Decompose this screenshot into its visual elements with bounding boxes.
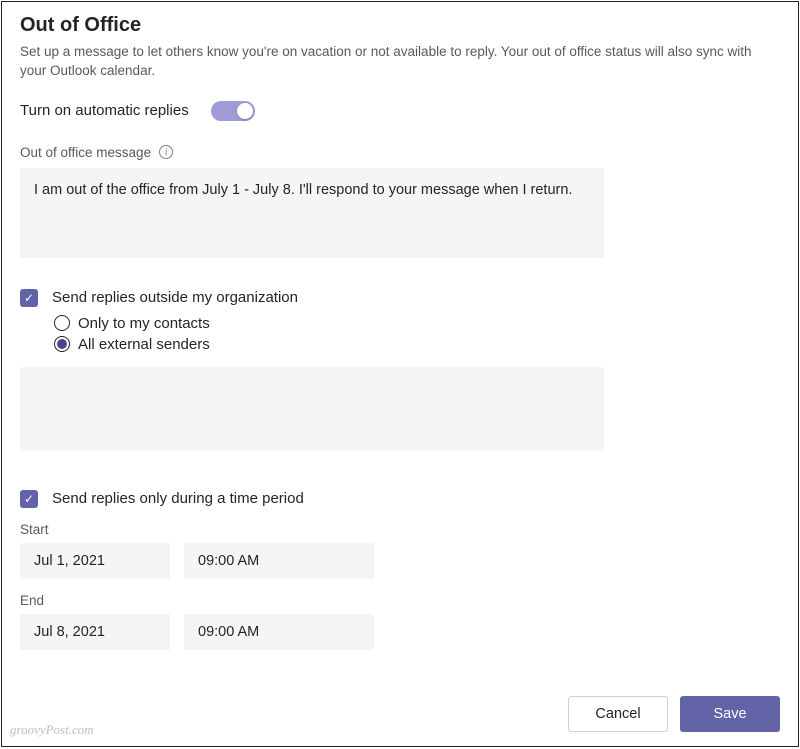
end-time-input[interactable]: 09:00 AM <box>184 614 374 650</box>
ooo-message-input[interactable] <box>20 168 604 258</box>
ooo-message-label-row: Out of office message i <box>20 145 780 160</box>
save-button[interactable]: Save <box>680 696 780 732</box>
external-replies-checkbox[interactable]: ✓ <box>20 289 38 307</box>
start-time-input[interactable]: 09:00 AM <box>184 543 374 579</box>
cancel-button[interactable]: Cancel <box>568 696 668 732</box>
auto-replies-toggle-row: Turn on automatic replies <box>20 101 780 121</box>
auto-replies-toggle[interactable] <box>211 101 255 121</box>
radio-only-contacts[interactable] <box>54 315 70 331</box>
dialog-footer: Cancel Save <box>568 696 780 732</box>
check-icon: ✓ <box>24 292 34 304</box>
end-label: End <box>20 593 780 608</box>
auto-replies-label: Turn on automatic replies <box>20 102 189 119</box>
radio-only-contacts-label: Only to my contacts <box>78 315 210 332</box>
external-radio-group: Only to my contacts All external senders <box>54 315 780 353</box>
check-icon: ✓ <box>24 493 34 505</box>
dialog-subtitle: Set up a message to let others know you'… <box>20 43 760 81</box>
time-period-row: ✓ Send replies only during a time period <box>20 490 780 508</box>
radio-only-contacts-row: Only to my contacts <box>54 315 780 332</box>
dialog-title: Out of Office <box>20 14 780 37</box>
external-message-input[interactable] <box>20 367 604 451</box>
start-label: Start <box>20 522 780 537</box>
radio-all-external-label: All external senders <box>78 336 210 353</box>
radio-all-external[interactable] <box>54 336 70 352</box>
time-period-label: Send replies only during a time period <box>52 490 304 507</box>
external-replies-row: ✓ Send replies outside my organization <box>20 289 780 307</box>
time-period-section: ✓ Send replies only during a time period… <box>20 490 780 650</box>
external-replies-label: Send replies outside my organization <box>52 289 298 306</box>
ooo-message-label: Out of office message <box>20 145 151 160</box>
end-row: Jul 8, 2021 09:00 AM <box>20 614 780 650</box>
end-date-input[interactable]: Jul 8, 2021 <box>20 614 170 650</box>
watermark: groovyPost.com <box>10 722 94 738</box>
radio-all-external-row: All external senders <box>54 336 780 353</box>
start-date-input[interactable]: Jul 1, 2021 <box>20 543 170 579</box>
toggle-knob <box>237 103 253 119</box>
start-row: Jul 1, 2021 09:00 AM <box>20 543 780 579</box>
radio-selected-dot <box>57 339 67 349</box>
time-period-checkbox[interactable]: ✓ <box>20 490 38 508</box>
info-icon[interactable]: i <box>159 145 173 159</box>
out-of-office-dialog: Out of Office Set up a message to let ot… <box>1 1 799 747</box>
